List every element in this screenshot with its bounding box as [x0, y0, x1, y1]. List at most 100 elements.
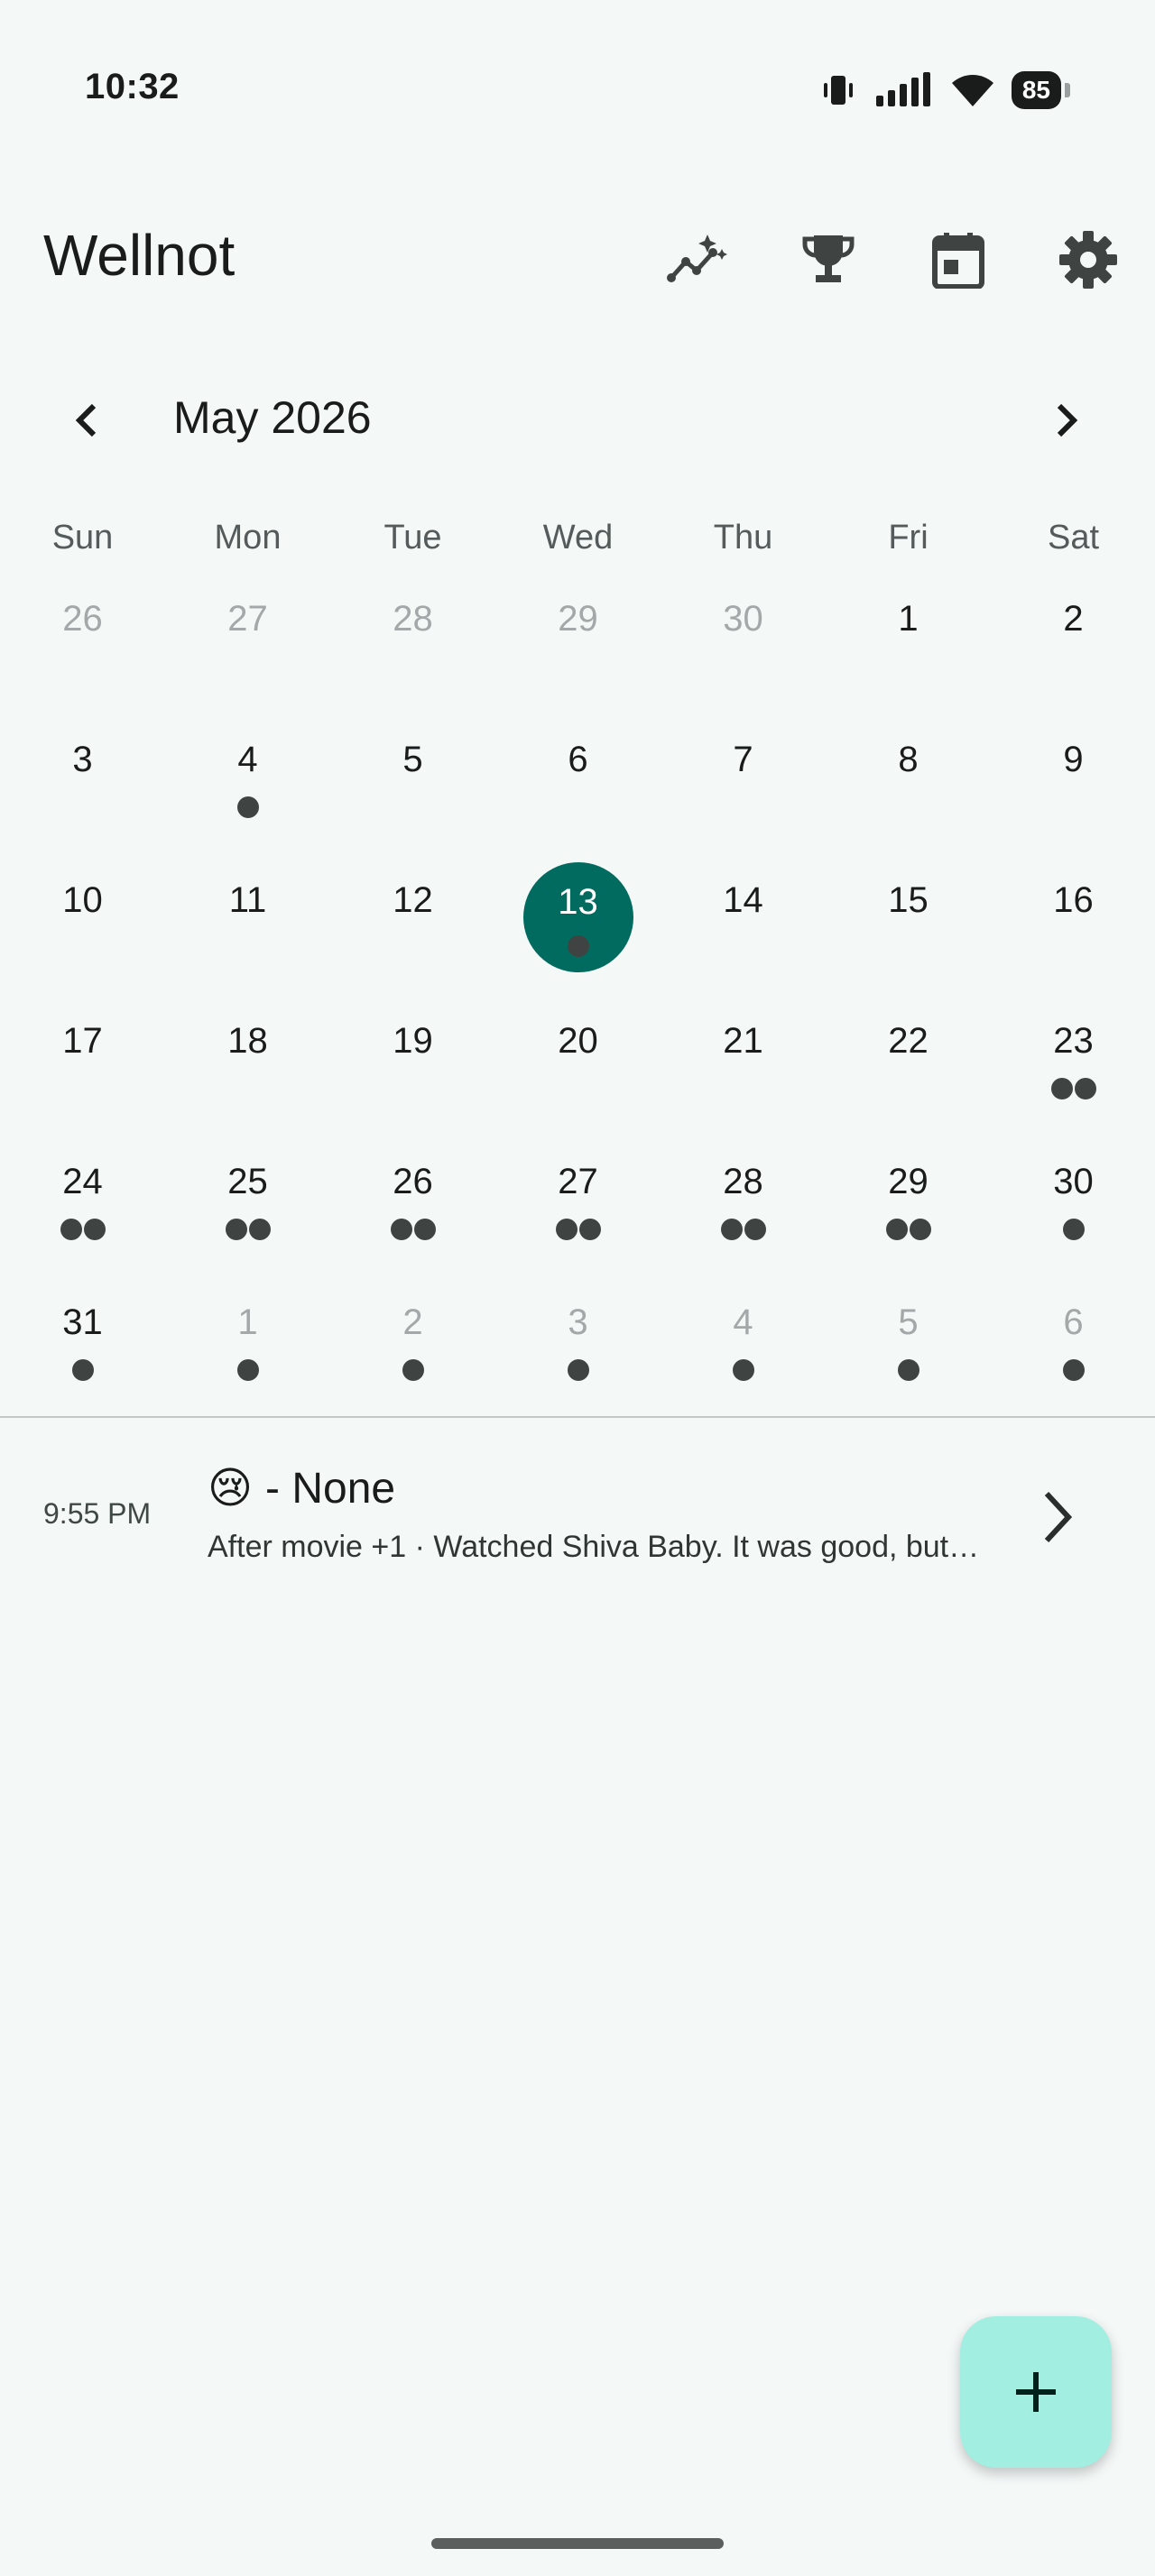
calendar-day[interactable]: 9: [991, 695, 1155, 835]
calendar-day-number: 5: [898, 1302, 919, 1342]
calendar-day[interactable]: 3: [0, 695, 165, 835]
calendar-day[interactable]: 3: [495, 1257, 661, 1398]
calendar-day[interactable]: 26: [330, 1117, 495, 1257]
calendar-day[interactable]: 20: [495, 976, 661, 1117]
calendar-day[interactable]: 12: [330, 835, 495, 976]
entry-dots: [0, 1219, 165, 1240]
calendar-day[interactable]: 29: [826, 1117, 991, 1257]
calendar-day[interactable]: 23: [991, 976, 1155, 1117]
entry-dot: [744, 1219, 766, 1240]
entry-dots: [991, 1219, 1155, 1240]
open-entry-button[interactable]: [1020, 1481, 1092, 1553]
calendar-day[interactable]: 27: [165, 554, 330, 695]
calendar-day[interactable]: 2: [991, 554, 1155, 695]
calendar-day[interactable]: 27: [495, 1117, 661, 1257]
entry-dot: [390, 1219, 412, 1240]
calendar-day[interactable]: 25: [165, 1117, 330, 1257]
vibrate-icon: [823, 76, 853, 105]
calendar-day[interactable]: 28: [330, 554, 495, 695]
calendar-day[interactable]: 31: [0, 1257, 165, 1398]
next-month-button[interactable]: [1030, 384, 1103, 456]
calendar-day[interactable]: 30: [991, 1117, 1155, 1257]
calendar-day[interactable]: 5: [330, 695, 495, 835]
calendar-day-number: 15: [888, 880, 929, 920]
calendar-day[interactable]: 22: [826, 976, 991, 1117]
calendar-day-number: 24: [62, 1162, 103, 1201]
calendar-day[interactable]: 4: [661, 1257, 826, 1398]
calendar-day-number: 20: [558, 1021, 598, 1061]
gear-icon: [1059, 231, 1117, 289]
weekday-label: Wed: [542, 519, 614, 557]
calendar-day[interactable]: 26: [0, 554, 165, 695]
entry-title-text: - None: [265, 1464, 396, 1513]
calendar-day[interactable]: 1: [165, 1257, 330, 1398]
calendar-day-number: 11: [228, 880, 267, 920]
add-entry-button[interactable]: [960, 2316, 1112, 2468]
entry-dot: [555, 1219, 578, 1240]
calendar-day[interactable]: 28: [661, 1117, 826, 1257]
calendar-day-number: 1: [898, 599, 919, 639]
calendar-day[interactable]: 4: [165, 695, 330, 835]
calendar-day[interactable]: 5: [826, 1257, 991, 1398]
entry-dot: [402, 1359, 424, 1381]
weekday-label: Thu: [713, 519, 773, 557]
entry-dot: [885, 1219, 908, 1240]
settings-button[interactable]: [1052, 224, 1124, 296]
calendar-button[interactable]: [922, 224, 994, 296]
calendar-day[interactable]: 1: [826, 554, 991, 695]
calendar-day[interactable]: 11: [165, 835, 330, 976]
calendar-day[interactable]: 24: [0, 1117, 165, 1257]
month-label: May 2026: [173, 392, 372, 443]
wifi-icon: [951, 75, 993, 106]
calendar-day[interactable]: 6: [991, 1257, 1155, 1398]
previous-month-button[interactable]: [51, 384, 123, 456]
calendar-icon: [932, 233, 984, 289]
calendar-day[interactable]: 29: [495, 554, 661, 695]
calendar-day[interactable]: 15: [826, 835, 991, 976]
calendar-day-number: 30: [1053, 1162, 1094, 1201]
entry-dot: [60, 1219, 82, 1240]
calendar-day[interactable]: 19: [330, 976, 495, 1117]
calendar-day-number: 31: [62, 1302, 103, 1342]
calendar-day[interactable]: 21: [661, 976, 826, 1117]
calendar-day-number: 13: [558, 882, 598, 922]
calendar-day-number: 19: [393, 1021, 433, 1061]
calendar-day[interactable]: 18: [165, 976, 330, 1117]
calendar-day[interactable]: 10: [0, 835, 165, 976]
entry-dots: [826, 1359, 991, 1381]
entry-dots: [826, 1219, 991, 1240]
calendar-day[interactable]: 2: [330, 1257, 495, 1398]
insights-button[interactable]: [662, 224, 735, 296]
achievements-button[interactable]: [792, 224, 864, 296]
entry-dot: [248, 1219, 271, 1240]
calendar-day[interactable]: 8: [826, 695, 991, 835]
calendar-day[interactable]: 7: [661, 695, 826, 835]
calendar-day-number: 8: [898, 740, 919, 779]
calendar-day[interactable]: 6: [495, 695, 661, 835]
calendar-day-number: 6: [1063, 1302, 1084, 1342]
calendar-day-number: 27: [227, 599, 268, 639]
calendar-day-number: 6: [568, 740, 588, 779]
entry-dots: [661, 1219, 826, 1240]
calendar-day[interactable]: 14: [661, 835, 826, 976]
chevron-right-icon: [1044, 1491, 1073, 1543]
calendar-day-number: 29: [888, 1162, 929, 1201]
entry-dots: [165, 1219, 330, 1240]
entry-list-item[interactable]: 9:55 PM 😢 - None After movie +1 · Watche…: [0, 1425, 1155, 1609]
entry-dots: [165, 1359, 330, 1381]
weekday-label: Sat: [1047, 519, 1100, 557]
calendar-day[interactable]: 30: [661, 554, 826, 695]
weekday-label: Mon: [214, 519, 282, 557]
entry-dot: [1062, 1219, 1085, 1240]
entry-dot: [236, 796, 259, 818]
entry-dot: [71, 1359, 94, 1381]
weekday-label: Sun: [51, 519, 114, 557]
calendar-day-number: 7: [733, 740, 753, 779]
signal-icon: [875, 72, 930, 106]
calendar-day-number: 17: [62, 1021, 103, 1061]
chevron-left-icon: [75, 403, 97, 437]
calendar-day[interactable]: 17: [0, 976, 165, 1117]
calendar-day-number: 3: [568, 1302, 588, 1342]
calendar-day-selected[interactable]: 13: [495, 835, 661, 976]
calendar-day[interactable]: 16: [991, 835, 1155, 976]
